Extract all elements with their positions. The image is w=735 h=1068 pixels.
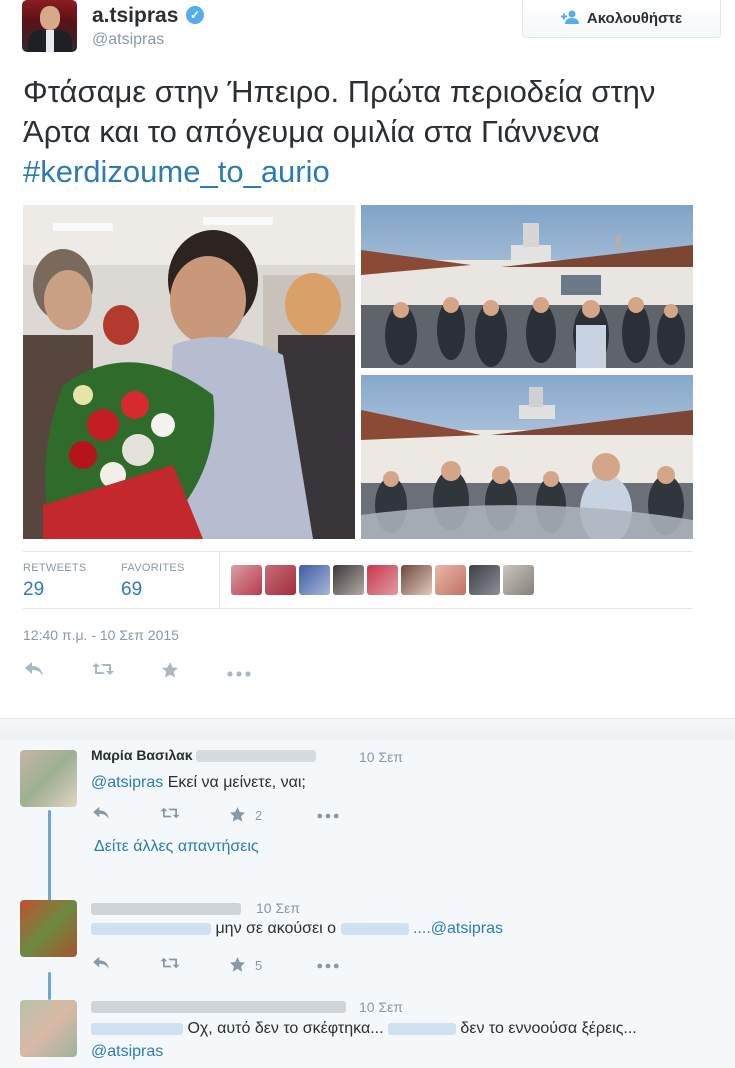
favoriter-avatar[interactable]	[299, 565, 330, 595]
retweet-icon[interactable]	[91, 661, 114, 685]
more-icon[interactable]	[227, 661, 251, 685]
favoriter-avatar[interactable]	[503, 565, 534, 595]
fullname[interactable]: a.tsipras	[92, 4, 178, 28]
avatar-shirt	[46, 30, 54, 52]
favorites-count: 69	[121, 579, 143, 600]
reply-author-name: Μαρία Βασιλακ	[91, 747, 193, 763]
verified-badge-icon: ✓	[186, 6, 204, 24]
blurred-mention	[91, 1022, 183, 1035]
reply-icon[interactable]	[91, 806, 111, 828]
photo-3-illustration	[361, 375, 693, 539]
favoriter-avatar[interactable]	[401, 565, 432, 595]
favoriter-avatar[interactable]	[435, 565, 466, 595]
hashtag-link[interactable]: #kerdizoume_to_aurio	[23, 154, 330, 189]
reply-icon[interactable]	[23, 661, 45, 685]
favoriter-avatar[interactable]	[265, 565, 296, 595]
reply-mention[interactable]: @atsipras	[91, 1043, 163, 1060]
reply-body: Οχ, αυτό δεν το σκέφτηκα...	[183, 1020, 388, 1037]
retweet-icon[interactable]	[159, 806, 180, 828]
profile-avatar[interactable]	[22, 0, 77, 52]
tweet-actions	[23, 661, 251, 685]
reply-text: @atsipras Εκεί να μείνετε, ναι;	[91, 774, 306, 792]
blurred-mention	[340, 922, 409, 935]
favorite-icon[interactable]	[159, 661, 181, 685]
favorite-icon[interactable]	[227, 806, 247, 828]
reply-author[interactable]	[91, 900, 241, 916]
reply-time[interactable]: 10 Σεπ	[359, 749, 403, 765]
favoriter-avatar[interactable]	[333, 565, 364, 595]
tweet-photo-1[interactable]	[23, 205, 355, 539]
reply-body-2: δεν το εννοούσα ξέρεις...	[455, 1020, 637, 1037]
reply-avatar[interactable]	[20, 900, 77, 957]
follow-label: Ακολουθήστε	[586, 10, 683, 27]
reply-actions: 2	[91, 806, 339, 828]
more-icon[interactable]	[317, 956, 339, 978]
favoriter-avatar[interactable]	[231, 565, 262, 595]
reply-avatar[interactable]	[20, 750, 77, 807]
follow-button[interactable]: Ακολουθήστε	[522, 0, 721, 38]
blurred-name	[91, 903, 241, 916]
reply-body: μην σε ακούσει ο	[215, 920, 337, 937]
reply-icon[interactable]	[91, 956, 111, 978]
stats-divider	[219, 552, 220, 609]
photo-1-illustration	[23, 205, 355, 539]
favoriter-avatar[interactable]	[367, 565, 398, 595]
photo-2-illustration	[361, 205, 693, 368]
blurred-handle	[196, 750, 317, 763]
more-icon[interactable]	[317, 806, 339, 828]
retweets-label: RETWEETS	[23, 562, 87, 574]
favorite-count: 2	[255, 808, 263, 823]
username-handle[interactable]: @atsipras	[92, 31, 164, 49]
replies-list: Μαρία Βασιλακ 10 Σεπ @atsipras Εκεί να μ…	[0, 740, 735, 1068]
blurred-mention	[91, 922, 211, 935]
reply-mention[interactable]: ....@atsipras	[413, 920, 503, 937]
favoriter-avatar[interactable]	[469, 565, 500, 595]
favoriter-avatars	[231, 565, 534, 595]
reply-author[interactable]	[91, 998, 346, 1014]
tweet-timestamp[interactable]: 12:40 π.μ. - 10 Σεπ 2015	[23, 627, 179, 643]
reply-text: Οχ, αυτό δεν το σκέφτηκα... δεν το εννοο…	[91, 1020, 637, 1038]
favorite-icon[interactable]	[227, 956, 247, 978]
blurred-name	[91, 1001, 346, 1014]
reply-mention[interactable]: @atsipras	[91, 774, 163, 791]
view-more-replies-link[interactable]: Δείτε άλλες απαντήσεις	[94, 838, 259, 856]
avatar-face	[40, 6, 60, 30]
reply-text: μην σε ακούσει ο ....@atsipras	[91, 920, 503, 938]
tweet-photo-3[interactable]	[361, 375, 693, 539]
add-user-icon	[560, 10, 579, 28]
reply-time[interactable]: 10 Σεπ	[359, 999, 403, 1015]
section-divider	[0, 718, 735, 740]
reply-avatar[interactable]	[20, 1000, 77, 1057]
retweets-count: 29	[23, 579, 45, 600]
conversation-line	[48, 972, 51, 1000]
favorite-count: 5	[255, 958, 263, 973]
retweet-icon[interactable]	[159, 956, 180, 978]
tweet-body: Φτάσαμε στην Ήπειρο. Πρώτα περιοδεία στη…	[23, 74, 656, 149]
blurred-mention	[387, 1022, 456, 1035]
tweet-text: Φτάσαμε στην Ήπειρο. Πρώτα περιοδεία στη…	[23, 72, 683, 192]
tweet: a.tsipras ✓ @atsipras Ακολουθήστε Φτάσαμ…	[0, 0, 735, 718]
retweets-stat[interactable]: RETWEETS 29	[23, 562, 87, 601]
reply-actions: 5	[91, 956, 339, 978]
reply-body: Εκεί να μείνετε, ναι;	[163, 774, 306, 791]
reply-author[interactable]: Μαρία Βασιλακ	[91, 747, 317, 763]
tweet-photo-2[interactable]	[361, 205, 693, 368]
reply-text-line: @atsipras	[91, 1043, 163, 1061]
favorites-label: FAVORITES	[121, 562, 185, 574]
tweet-stats: RETWEETS 29 FAVORITES 69	[23, 551, 693, 609]
reply-time[interactable]: 10 Σεπ	[256, 900, 300, 916]
favorites-stat[interactable]: FAVORITES 69	[121, 562, 185, 601]
